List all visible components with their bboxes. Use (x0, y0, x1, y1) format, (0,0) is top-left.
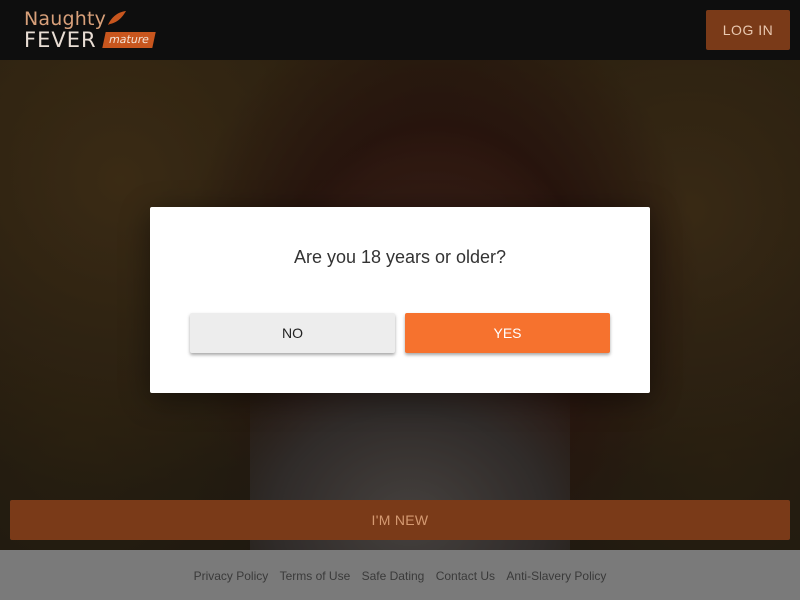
leaf-icon (108, 11, 126, 25)
terms-of-use-link[interactable]: Terms of Use (280, 569, 351, 583)
logo-tag: mature (102, 32, 156, 48)
header: Naughty FEVER mature LOG IN (0, 0, 800, 60)
footer-links: Privacy Policy Terms of Use Safe Dating … (0, 569, 800, 583)
yes-button[interactable]: YES (405, 313, 610, 353)
im-new-button[interactable]: I'M NEW (10, 500, 790, 540)
page: Naughty FEVER mature LOG IN Are you 18 y… (0, 0, 800, 600)
site-logo[interactable]: Naughty FEVER mature (24, 8, 159, 54)
footer: Privacy Policy Terms of Use Safe Dating … (0, 550, 800, 600)
age-question: Are you 18 years or older? (293, 247, 507, 267)
safe-dating-link[interactable]: Safe Dating (362, 569, 425, 583)
privacy-policy-link[interactable]: Privacy Policy (194, 569, 269, 583)
logo-line1: Naughty (24, 8, 107, 30)
login-button[interactable]: LOG IN (706, 10, 790, 50)
contact-us-link[interactable]: Contact Us (436, 569, 495, 583)
logo-line2: FEVER (24, 28, 97, 52)
anti-slavery-policy-link[interactable]: Anti-Slavery Policy (506, 569, 606, 583)
age-verification-dialog: Are you 18 years or older? NO YES (150, 207, 650, 393)
no-button[interactable]: NO (190, 313, 395, 353)
